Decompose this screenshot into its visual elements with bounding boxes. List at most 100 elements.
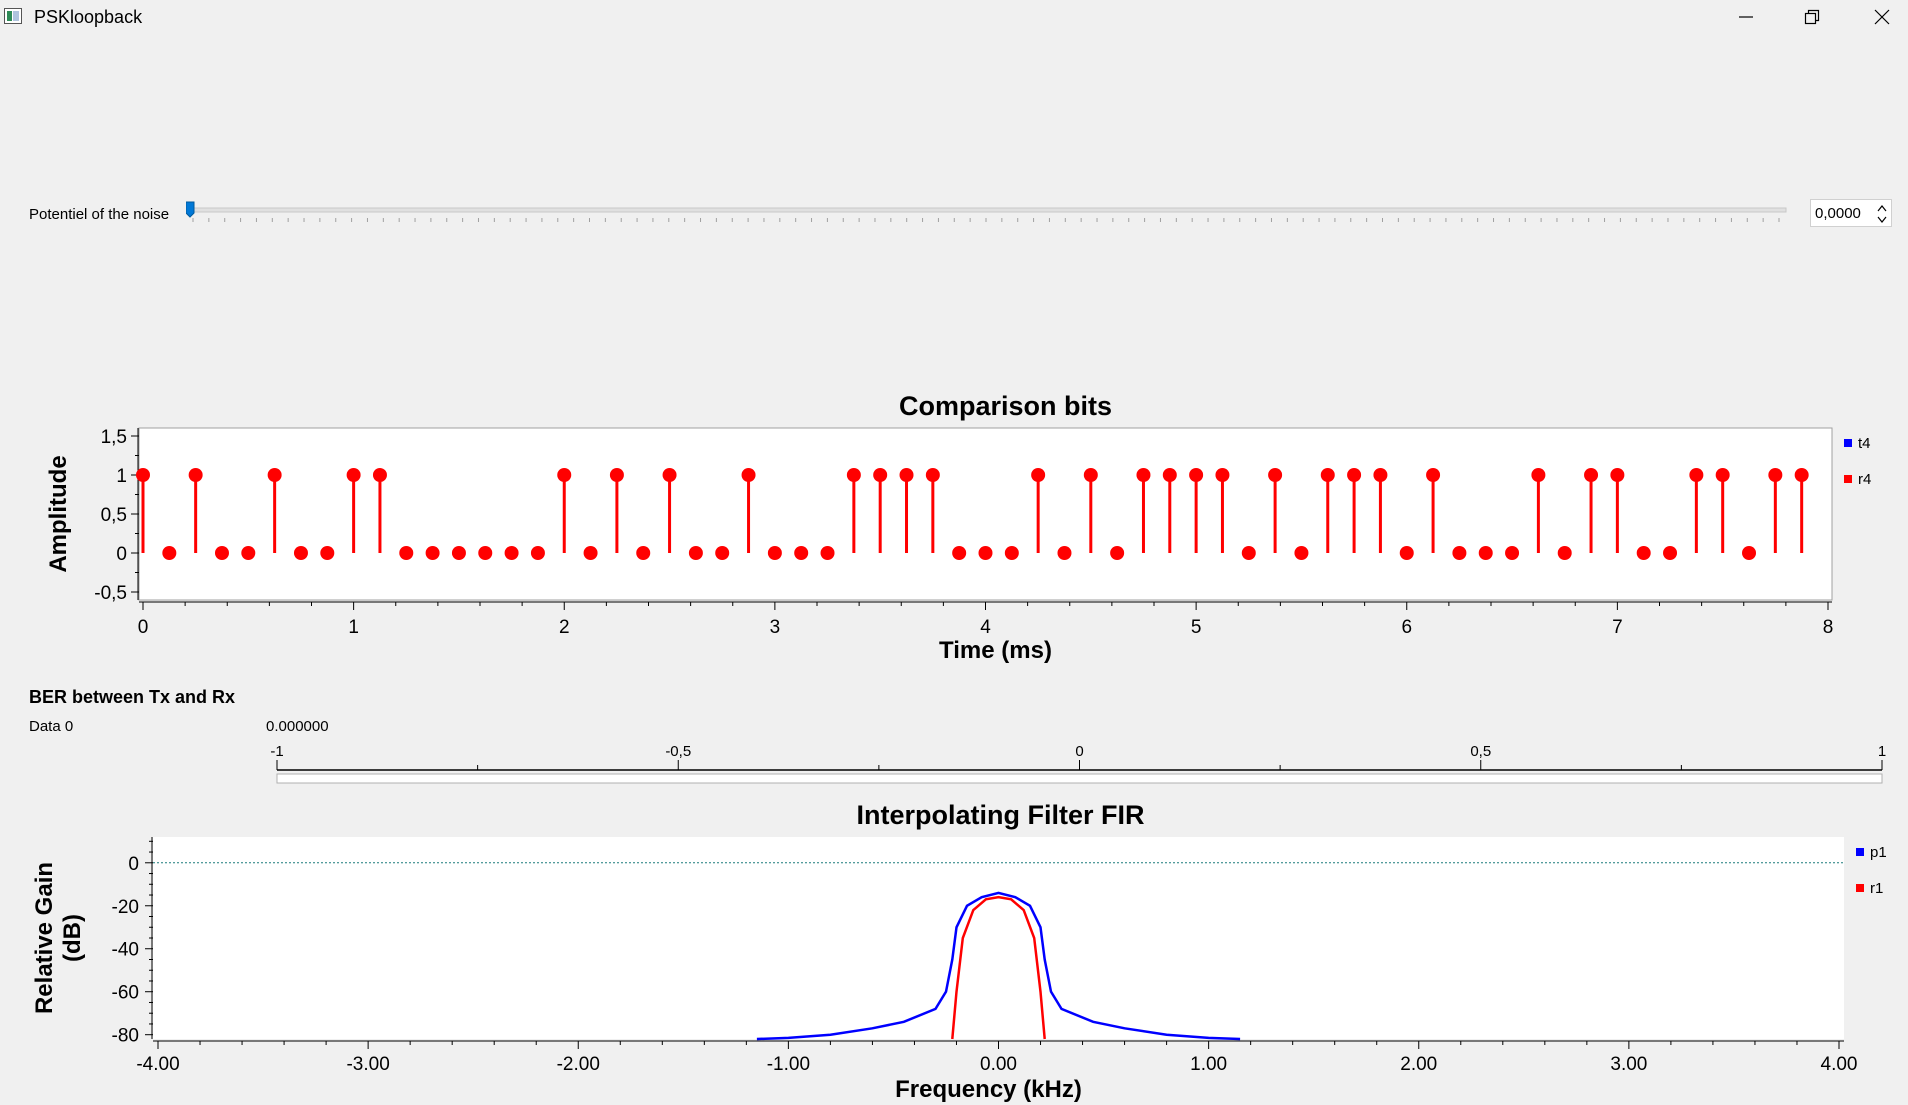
data-point (1162, 468, 1177, 482)
data-point (478, 546, 493, 560)
data-point (1136, 468, 1151, 482)
slider-groove (186, 207, 1787, 213)
y-axis-label: Relative Gain (31, 862, 58, 1014)
x-tick-label: 2.00 (1400, 1054, 1437, 1075)
x-tick-label: 0.00 (980, 1054, 1017, 1075)
window-title: PSKloopback (34, 7, 143, 27)
x-tick-label: 1 (348, 617, 359, 638)
y-tick-label: -20 (112, 897, 139, 918)
data-point (399, 546, 414, 560)
close-button[interactable] (1852, 0, 1908, 34)
data-point (899, 468, 914, 482)
data-point (1399, 546, 1414, 560)
x-axis-label: Time (ms) (939, 637, 1052, 664)
y-tick-label: -0,5 (94, 583, 127, 604)
x-tick-label: 7 (1612, 617, 1623, 638)
y-tick-label: 0,5 (101, 505, 127, 526)
ber-row-label: Data 0 (29, 718, 74, 735)
legend-marker (1856, 884, 1864, 892)
data-point (346, 468, 361, 482)
plot-area (153, 837, 1844, 1039)
data-point (820, 546, 835, 560)
data-point (715, 546, 730, 560)
data-point (162, 546, 177, 560)
data-point (1215, 468, 1230, 482)
app-icon (4, 8, 22, 24)
data-point (1478, 546, 1493, 560)
legend-label: t4 (1858, 435, 1871, 452)
plot-area (138, 427, 1833, 601)
minimize-button[interactable] (1716, 0, 1776, 34)
x-tick-label: 3 (770, 617, 781, 638)
fir-chart: Interpolating Filter FIR 0 -20 -40 -60 -80 -4.… (31, 800, 1887, 1103)
legend-marker (1856, 848, 1864, 856)
data-point (1794, 468, 1809, 482)
data-point (925, 468, 940, 482)
data-point (1689, 468, 1704, 482)
data-point (1320, 468, 1335, 482)
data-point (688, 546, 703, 560)
legend-marker (1844, 439, 1852, 447)
data-point (978, 546, 993, 560)
data-point (609, 468, 624, 482)
slider-handle[interactable] (186, 201, 195, 218)
data-point (1663, 546, 1678, 560)
data-point (504, 546, 519, 560)
noise-value[interactable]: 0,0000 (1815, 205, 1861, 222)
chart-title: Interpolating Filter FIR (857, 800, 1145, 830)
data-point (662, 468, 677, 482)
data-point (1268, 468, 1283, 482)
x-tick-label: -2.00 (557, 1054, 600, 1075)
x-axis-label: Frequency (kHz) (895, 1076, 1082, 1103)
data-point (214, 546, 229, 560)
data-point (372, 468, 387, 482)
noise-spinbox[interactable]: 0,0000 (1810, 199, 1892, 227)
x-tick-label: 8 (1823, 617, 1834, 638)
chart-title: Comparison bits (899, 391, 1112, 421)
y-tick-label: -80 (112, 1026, 139, 1047)
data-point (741, 468, 756, 482)
data-point (1426, 468, 1441, 482)
x-tick-label: 6 (1401, 617, 1412, 638)
y-tick-label: 1 (116, 466, 127, 487)
x-tick-label: -1.00 (767, 1054, 810, 1075)
data-point (1452, 546, 1467, 560)
data-point (1610, 468, 1625, 482)
data-point (1347, 468, 1362, 482)
data-point (1031, 468, 1046, 482)
x-tick-label: 2 (559, 617, 570, 638)
data-point (241, 546, 256, 560)
minimize-icon (1739, 16, 1753, 18)
data-point (1636, 546, 1651, 560)
x-tick-label: 1.00 (1190, 1054, 1227, 1075)
data-point (557, 468, 572, 482)
x-tick-label: -3.00 (346, 1054, 389, 1075)
legend-label: r4 (1858, 471, 1871, 488)
y-axis-label: Amplitude (45, 455, 72, 572)
scale-label: 0 (1075, 743, 1083, 760)
spin-arrows-icon[interactable] (1875, 201, 1889, 227)
noise-label: Potentiel of the noise (29, 206, 170, 223)
comparison-bits-chart: Comparison bits 1,5 1 0,5 0 -0,5 0 1 2 3 4 5 6 7 8 Time… (45, 391, 1871, 664)
data-point (425, 546, 440, 560)
data-point (794, 546, 809, 560)
data-point (952, 546, 967, 560)
data-point (530, 546, 545, 560)
restore-button[interactable] (1782, 0, 1842, 34)
ber-title: BER between Tx and Rx (29, 687, 236, 707)
scale-label: 0,5 (1470, 743, 1491, 760)
x-tick-label: 5 (1191, 617, 1202, 638)
x-tick-label: 0 (138, 617, 149, 638)
data-point (293, 546, 308, 560)
data-point (1584, 468, 1599, 482)
scale-label: 1 (1878, 743, 1886, 760)
ber-value: 0.000000 (266, 718, 329, 735)
y-tick-label: -60 (112, 983, 139, 1004)
x-tick-label: 3.00 (1610, 1054, 1647, 1075)
ber-bar (276, 773, 1883, 784)
data-point (1742, 546, 1757, 560)
scale-label: -1 (270, 743, 283, 760)
noise-slider[interactable] (186, 196, 1800, 232)
data-point (136, 468, 150, 482)
close-icon (1874, 9, 1890, 25)
